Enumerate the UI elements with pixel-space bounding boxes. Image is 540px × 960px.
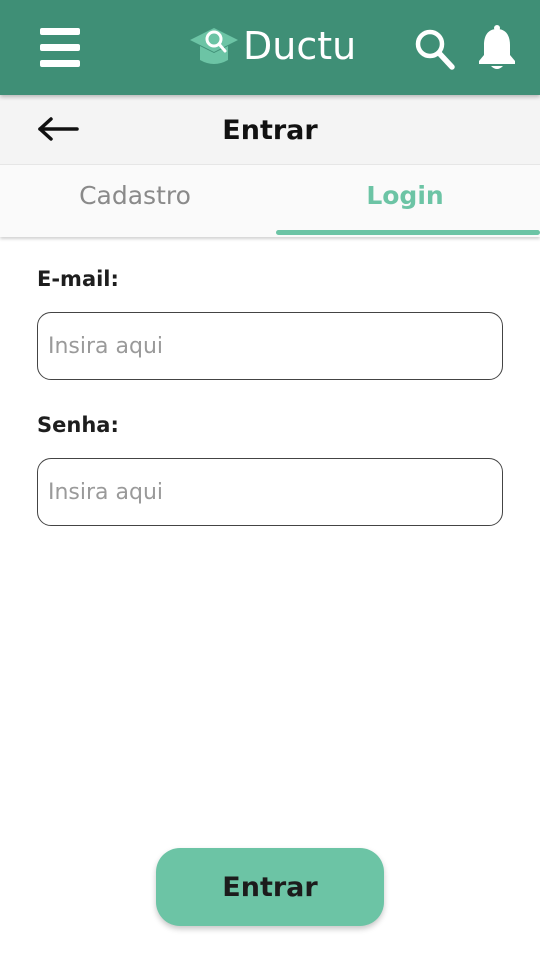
tab-login[interactable]: Login [270, 165, 540, 237]
login-submit-button[interactable]: Entrar [156, 848, 384, 926]
app-name: Ductu [243, 24, 357, 68]
graduation-cap-magnifier-icon [190, 28, 238, 64]
hamburger-menu-icon[interactable] [40, 28, 80, 68]
tab-cadastro[interactable]: Cadastro [0, 165, 270, 237]
bell-icon[interactable] [476, 24, 518, 70]
page-title: Entrar [222, 115, 318, 146]
password-label: Senha: [37, 413, 119, 437]
email-field[interactable] [37, 312, 503, 380]
top-app-bar: Ductu [0, 0, 540, 95]
search-icon[interactable] [414, 28, 456, 70]
email-label: E-mail: [37, 267, 119, 291]
page-header: Entrar [0, 95, 540, 165]
password-field[interactable] [37, 458, 503, 526]
auth-tabs: Cadastro Login [0, 165, 540, 237]
active-tab-indicator [276, 230, 540, 235]
